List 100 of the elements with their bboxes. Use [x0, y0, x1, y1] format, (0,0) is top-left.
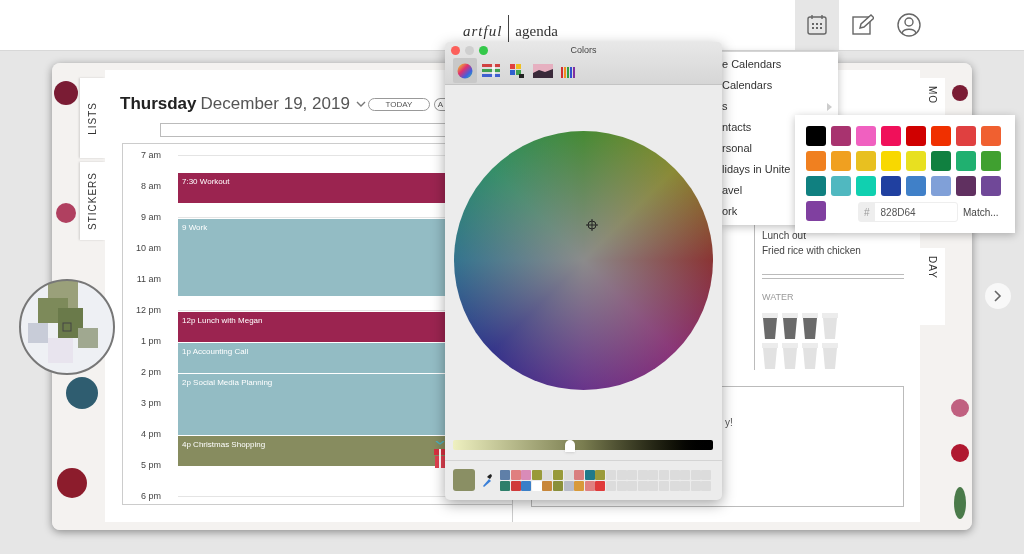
menu-item[interactable]: s — [722, 96, 838, 117]
color-swatch[interactable] — [856, 126, 876, 146]
eyedropper-icon[interactable] — [481, 473, 493, 487]
calendar-button[interactable] — [795, 0, 839, 50]
color-swatch[interactable] — [806, 201, 826, 221]
water-glass-icon[interactable] — [782, 312, 798, 339]
logo-text: artful — [463, 21, 503, 41]
color-swatch[interactable] — [981, 126, 1001, 146]
slider-thumb[interactable] — [565, 440, 575, 452]
calendar-icon — [806, 14, 828, 36]
window-title: Colors — [570, 44, 597, 57]
note-text: Fried rice with chicken — [762, 244, 862, 258]
minimize-button[interactable] — [465, 46, 474, 55]
hour-label: 4 pm — [140, 428, 161, 441]
color-swatch[interactable] — [931, 126, 951, 146]
hour-label: 6 pm — [140, 490, 161, 503]
hour-label: 12 pm — [135, 304, 161, 317]
water-label: WATER — [762, 291, 795, 304]
profile-icon — [897, 13, 921, 37]
color-wheel-icon — [457, 62, 473, 79]
hour-label: 5 pm — [140, 459, 161, 472]
color-swatch[interactable] — [806, 151, 826, 171]
color-swatch[interactable] — [574, 470, 585, 480]
zoom-button[interactable] — [479, 46, 488, 55]
color-swatch[interactable] — [831, 176, 851, 196]
flower-icon — [56, 203, 76, 223]
current-color-well[interactable] — [453, 469, 475, 491]
hour-label: 2 pm — [140, 366, 161, 379]
color-swatch[interactable] — [881, 126, 901, 146]
color-swatch[interactable] — [584, 470, 595, 480]
chevron-right-icon — [994, 290, 1002, 302]
hour-label: 10 am — [135, 242, 161, 255]
flower-icon — [66, 377, 98, 409]
color-swatch[interactable] — [856, 151, 876, 171]
note-text: Lunch out — [762, 229, 807, 243]
color-swatch[interactable] — [521, 480, 532, 491]
color-swatch[interactable] — [881, 151, 901, 171]
hour-label: 7 am — [140, 149, 161, 162]
logo-text: agenda — [515, 21, 558, 41]
color-swatch[interactable] — [906, 151, 926, 171]
color-swatch[interactable] — [563, 470, 574, 480]
close-button[interactable] — [451, 46, 460, 55]
color-swatch[interactable] — [906, 126, 926, 146]
color-swatch[interactable] — [806, 126, 826, 146]
crosshair-icon — [586, 219, 598, 231]
color-swatch[interactable] — [552, 480, 563, 491]
hex-value: 828D64 — [879, 205, 916, 220]
color-swatch[interactable] — [542, 480, 553, 491]
color-swatch[interactable] — [856, 176, 876, 196]
color-swatch[interactable] — [595, 480, 606, 491]
side-tab[interactable]: STICKERS — [80, 162, 105, 240]
color-swatch[interactable] — [595, 470, 606, 480]
color-swatch[interactable] — [831, 126, 851, 146]
color-swatch[interactable] — [542, 470, 553, 480]
color-swatch[interactable] — [510, 480, 521, 491]
edit-icon — [852, 14, 874, 36]
color-swatch[interactable] — [531, 470, 542, 480]
hour-label: 1 pm — [140, 335, 161, 348]
flower-icon — [951, 444, 969, 462]
color-swatch[interactable] — [831, 151, 851, 171]
menu-item[interactable]: e Calendars — [722, 54, 838, 75]
side-tab[interactable]: LISTS — [80, 78, 105, 158]
color-swatch[interactable] — [806, 176, 826, 196]
color-swatch[interactable] — [574, 480, 585, 491]
side-tab[interactable]: DAY — [920, 248, 945, 325]
sliders-icon — [482, 63, 500, 78]
color-swatch[interactable] — [500, 470, 510, 480]
color-swatch[interactable] — [956, 176, 976, 196]
flower-icon — [54, 81, 78, 105]
hex-field[interactable]: # 828D64 — [858, 202, 958, 222]
color-swatch[interactable] — [563, 480, 574, 491]
water-glass-icon[interactable] — [802, 312, 818, 339]
color-swatch[interactable] — [521, 470, 532, 480]
next-button[interactable] — [985, 283, 1011, 309]
color-swatch[interactable] — [500, 480, 510, 491]
hour-label: 9 am — [140, 211, 161, 224]
match-button[interactable]: Match... — [963, 204, 999, 220]
color-swatch[interactable] — [584, 480, 595, 491]
color-swatch[interactable] — [552, 470, 563, 480]
hour-label: 8 am — [140, 180, 161, 193]
chevron-down-icon[interactable] — [355, 100, 366, 108]
color-swatch[interactable] — [981, 151, 1001, 171]
date-title: December 19, 2019 — [200, 93, 350, 116]
color-swatch[interactable] — [510, 470, 521, 480]
color-swatch[interactable] — [956, 151, 976, 171]
menu-item[interactable]: Calendars — [722, 75, 838, 96]
brightness-slider[interactable] — [453, 440, 713, 450]
hour-label: 3 pm — [140, 397, 161, 410]
color-swatch[interactable] — [531, 480, 542, 491]
color-swatch[interactable] — [881, 176, 901, 196]
water-glass-icon[interactable] — [762, 312, 778, 339]
hour-label: 11 am — [135, 273, 161, 286]
color-swatch[interactable] — [906, 176, 926, 196]
flower-icon — [951, 399, 969, 417]
image-icon — [533, 63, 553, 78]
color-swatch[interactable] — [931, 151, 951, 171]
color-swatch[interactable] — [981, 176, 1001, 196]
color-swatch[interactable] — [931, 176, 951, 196]
color-swatch[interactable] — [956, 126, 976, 146]
color-mode-tab[interactable] — [453, 58, 477, 83]
